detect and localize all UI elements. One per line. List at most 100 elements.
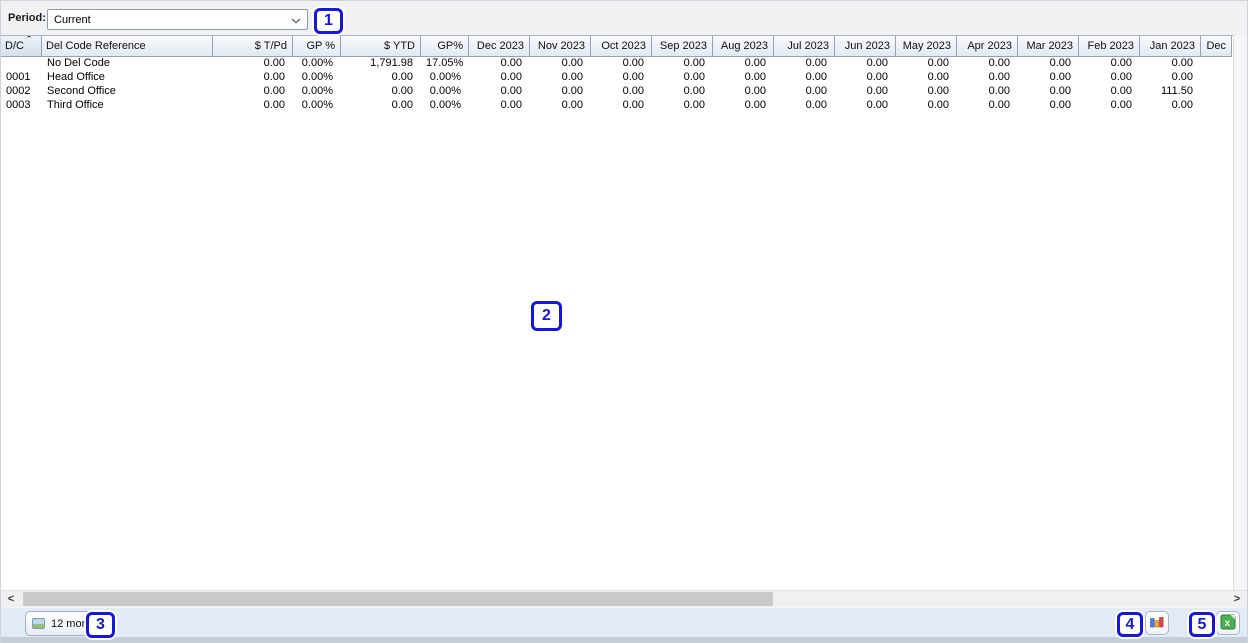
- cell: 0.00: [835, 71, 896, 85]
- column-header-dec-2023[interactable]: Dec 2023: [469, 36, 530, 57]
- bar-chart-button[interactable]: [1145, 611, 1169, 635]
- column-header-gp[interactable]: GP %: [293, 36, 341, 57]
- delivery-code-table: D/CˆDel Code Reference$ T/PdGP %$ YTDGP%…: [1, 35, 1233, 590]
- cell: 0.00: [1079, 71, 1140, 85]
- cell: 0002: [1, 85, 42, 99]
- cell: 0.00: [591, 57, 652, 71]
- cell: 0.00: [591, 85, 652, 99]
- table-row[interactable]: 0001Head Office0.000.00%0.000.00%0.000.0…: [1, 71, 1233, 85]
- cell: 0.00: [1018, 85, 1079, 99]
- table-row[interactable]: 0003Third Office0.000.00%0.000.00%0.000.…: [1, 99, 1233, 113]
- column-header-jan-2023[interactable]: Jan 2023: [1140, 36, 1201, 57]
- horizontal-scrollbar-thumb[interactable]: [23, 592, 773, 606]
- column-header-may-2023[interactable]: May 2023: [896, 36, 957, 57]
- cell: 0.00: [957, 71, 1018, 85]
- app-window: Period: Current D/CˆDel Code Reference$ …: [0, 0, 1248, 643]
- cell: 0.00: [1140, 99, 1201, 113]
- cell: 0.00: [774, 57, 835, 71]
- cell: 0.00: [896, 57, 957, 71]
- horizontal-scrollbar[interactable]: < >: [1, 590, 1247, 608]
- column-header-feb-2023[interactable]: Feb 2023: [1079, 36, 1140, 57]
- cell: 1,791.98: [341, 57, 421, 71]
- cell: 0.00%: [293, 99, 341, 113]
- table-header-row: D/CˆDel Code Reference$ T/PdGP %$ YTDGP%…: [1, 35, 1233, 57]
- cell: 0.00: [1018, 57, 1079, 71]
- cell: 0.00: [213, 99, 293, 113]
- cell: [1, 57, 42, 71]
- column-header-sep-2023[interactable]: Sep 2023: [652, 36, 713, 57]
- cell: Second Office: [42, 85, 213, 99]
- cell: 17.05%: [421, 57, 469, 71]
- cell: 0.00: [1079, 85, 1140, 99]
- column-header-jul-2023[interactable]: Jul 2023: [774, 36, 835, 57]
- column-header-mar-2023[interactable]: Mar 2023: [1018, 36, 1079, 57]
- cell: 0.00: [591, 71, 652, 85]
- column-header-aug-2023[interactable]: Aug 2023: [713, 36, 774, 57]
- cell: 0.00%: [421, 85, 469, 99]
- annotation-4: 4: [1117, 612, 1143, 637]
- column-header-apr-2023[interactable]: Apr 2023: [957, 36, 1018, 57]
- period-select[interactable]: Current: [47, 9, 308, 30]
- cell: 0.00: [530, 57, 591, 71]
- period-label: Period:: [8, 12, 46, 24]
- cell: 0.00%: [421, 99, 469, 113]
- svg-text:x: x: [1225, 618, 1231, 629]
- cell: 0.00: [957, 85, 1018, 99]
- cell: 0.00: [896, 71, 957, 85]
- vertical-scrollbar[interactable]: [1233, 35, 1248, 590]
- export-excel-button[interactable]: x: [1216, 611, 1240, 635]
- column-header-oct-2023[interactable]: Oct 2023: [591, 36, 652, 57]
- bottom-strip: [1, 637, 1247, 642]
- cell: [1201, 85, 1232, 99]
- statusbar: [1, 607, 1247, 638]
- cell: 0.00: [341, 99, 421, 113]
- column-header-d-c[interactable]: D/Cˆ: [1, 36, 42, 57]
- column-header-ytd[interactable]: $ YTD: [341, 36, 421, 57]
- cell: 0.00: [213, 57, 293, 71]
- topbar: Period: Current: [1, 1, 1247, 35]
- cell: 0.00: [652, 85, 713, 99]
- column-header-del-code-reference[interactable]: Del Code Reference: [42, 36, 213, 57]
- chevron-down-icon: [291, 18, 301, 24]
- annotation-5: 5: [1189, 612, 1215, 637]
- table-body: No Del Code0.000.00%1,791.9817.05%0.000.…: [1, 57, 1233, 113]
- scroll-left-arrow[interactable]: <: [3, 591, 19, 607]
- table-row[interactable]: No Del Code0.000.00%1,791.9817.05%0.000.…: [1, 57, 1233, 71]
- table-row[interactable]: 0002Second Office0.000.00%0.000.00%0.000…: [1, 85, 1233, 99]
- cell: 0.00: [1079, 57, 1140, 71]
- cell: 0.00: [835, 99, 896, 113]
- cell: 0.00: [774, 85, 835, 99]
- cell: 0.00: [774, 99, 835, 113]
- cell: 0.00: [1140, 57, 1201, 71]
- cell: 0.00: [469, 71, 530, 85]
- column-header-dec[interactable]: Dec: [1201, 36, 1232, 57]
- cell: 0001: [1, 71, 42, 85]
- cell: 0003: [1, 99, 42, 113]
- cell: 0.00: [530, 71, 591, 85]
- cell: 0.00: [713, 85, 774, 99]
- sort-ascending-icon: ˆ: [27, 36, 31, 47]
- cell: 0.00: [1018, 99, 1079, 113]
- cell: [1201, 99, 1232, 113]
- cell: 0.00: [896, 99, 957, 113]
- cell: 0.00%: [293, 71, 341, 85]
- column-header-nov-2023[interactable]: Nov 2023: [530, 36, 591, 57]
- column-header-t-pd[interactable]: $ T/Pd: [213, 36, 293, 57]
- column-header-gp[interactable]: GP%: [421, 36, 469, 57]
- cell: 0.00: [469, 85, 530, 99]
- cell: 0.00: [652, 99, 713, 113]
- cell: 0.00: [1018, 71, 1079, 85]
- annotation-1: 1: [314, 8, 343, 34]
- column-header-jun-2023[interactable]: Jun 2023: [835, 36, 896, 57]
- cell: 0.00: [530, 99, 591, 113]
- excel-export-icon: x: [1220, 614, 1236, 633]
- cell: 0.00: [835, 57, 896, 71]
- cell: 0.00: [713, 99, 774, 113]
- cell: 0.00: [1079, 99, 1140, 113]
- cell: No Del Code: [42, 57, 213, 71]
- cell: 0.00: [957, 99, 1018, 113]
- annotation-3: 3: [86, 612, 115, 638]
- scroll-right-arrow[interactable]: >: [1229, 591, 1245, 607]
- annotation-2: 2: [531, 301, 562, 331]
- cell: 0.00%: [293, 57, 341, 71]
